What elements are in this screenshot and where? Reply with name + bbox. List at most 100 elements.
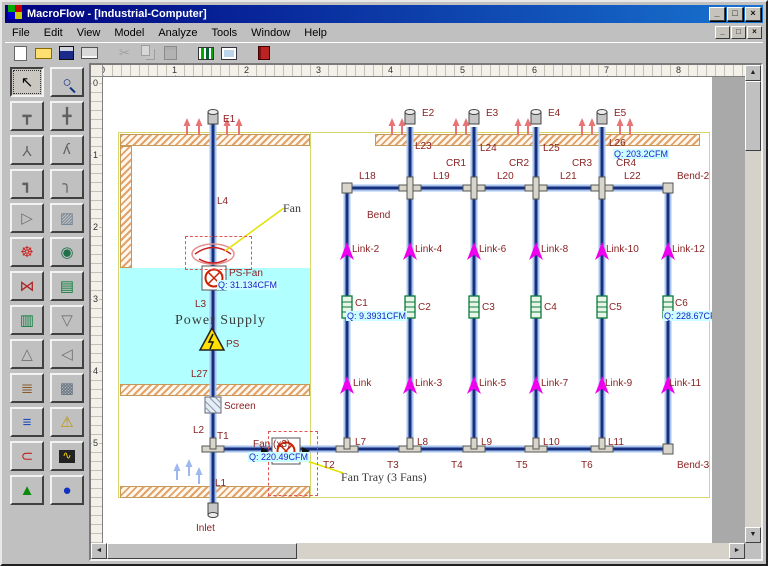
toolbar: ✂: [5, 42, 763, 63]
child-minimize-button[interactable]: _: [715, 26, 730, 39]
fan-links[interactable]: [340, 242, 675, 394]
clamp-tool-icon: ⊂: [21, 449, 34, 464]
ruler-number: 6: [531, 65, 538, 75]
help-button[interactable]: [252, 44, 275, 63]
ruler-number: 2: [92, 222, 99, 232]
ruler-number: 7: [603, 65, 610, 75]
nozzle-tool-icon: ▽: [61, 313, 73, 328]
print-button[interactable]: [78, 44, 101, 63]
select-tool-icon: ↖: [21, 75, 34, 90]
fan-tray-selection-box: [268, 431, 318, 496]
app-icon: [8, 5, 15, 12]
elbow-fitting-tool[interactable]: ┓: [10, 169, 44, 199]
title-bar[interactable]: MacroFlow - [Industrial-Computer] _□×: [5, 5, 763, 23]
main-area: ↖○┳╋Yy┓╮▷▨☸◉⋈▤▥▽△◁≣▩≡⚠⊂∿▲● 012345678 012…: [5, 63, 763, 561]
zoom-tool-icon: ○: [62, 75, 71, 90]
plate-tool[interactable]: ▥: [10, 305, 44, 335]
toolbar-separator: [182, 43, 194, 63]
ruler-number: 5: [459, 65, 466, 75]
open-file-button[interactable]: [32, 44, 55, 63]
paste-button: [159, 44, 182, 63]
toolbar-separator: [101, 43, 113, 63]
toolbox: ↖ ○ ┳ ╋ Yy ┓ ╮ ▷ ▨ ☸ ◉ ⋈ ▤▥ ▽ △ ◁ ≣ ▩ ≡ ⚠ ⊂ ∿▲ ●: [5, 63, 89, 561]
blower-tool[interactable]: ◉: [50, 237, 84, 267]
save-file-button[interactable]: [55, 44, 78, 63]
help-icon: [258, 46, 270, 60]
wye-fitting-tool[interactable]: Y: [10, 135, 44, 165]
scrollbar-corner: [745, 543, 761, 559]
resistor-tool[interactable]: ∿: [50, 441, 84, 471]
ruler-corner: [91, 65, 103, 77]
damper-tool[interactable]: ▨: [50, 203, 84, 233]
lateral-fitting-tool[interactable]: y: [50, 135, 84, 165]
screen-tool[interactable]: ▩: [50, 373, 84, 403]
tee-fitting-tool[interactable]: ┳: [10, 101, 44, 131]
inlet-vent[interactable]: [208, 503, 218, 518]
menu-file[interactable]: File: [5, 24, 37, 42]
menu-bar: FileEditViewModelAnalyzeToolsWindowHelp …: [5, 23, 763, 42]
flow-diagram[interactable]: [103, 77, 712, 547]
grille-tool[interactable]: ▤: [50, 271, 84, 301]
bend-fitting-tool[interactable]: ╮: [50, 169, 84, 199]
drawing-page[interactable]: E1L4FanPS-FanQ: 31.134CFML3Power SupplyP…: [103, 77, 712, 547]
fan-tool[interactable]: ☸: [10, 237, 44, 267]
child-restore-button[interactable]: □: [731, 26, 746, 39]
new-file-icon: [14, 46, 27, 61]
screen-tool-icon: ▩: [60, 381, 74, 396]
diffuser-tool[interactable]: ◁: [50, 339, 84, 369]
scroll-down-button[interactable]: ▼: [745, 527, 761, 543]
menu-items: FileEditViewModelAnalyzeToolsWindowHelp: [5, 24, 334, 42]
lateral-fitting-tool-icon: y: [63, 143, 71, 158]
child-close-button[interactable]: ×: [747, 26, 762, 39]
triangle-tool[interactable]: ▲: [10, 475, 44, 505]
ruler-number: 2: [243, 65, 250, 75]
nozzle-tool[interactable]: ▽: [50, 305, 84, 335]
screen-icon[interactable]: [205, 397, 221, 413]
copy-button: [136, 44, 159, 63]
diffuser-tool-icon: ◁: [61, 347, 73, 362]
app-window: MacroFlow - [Industrial-Computer] _□× Fi…: [0, 0, 768, 566]
elbow-fitting-tool-icon: ┓: [22, 177, 31, 192]
restore-button[interactable]: □: [727, 7, 743, 21]
menu-analyze[interactable]: Analyze: [151, 24, 204, 42]
blower-tool-icon: ◉: [60, 245, 73, 260]
hazard-tool[interactable]: ⚠: [50, 407, 84, 437]
valve-tool-icon: ⋈: [20, 279, 35, 294]
menu-edit[interactable]: Edit: [37, 24, 70, 42]
clamp-tool[interactable]: ⊂: [10, 441, 44, 471]
close-button[interactable]: ×: [745, 7, 761, 21]
vertical-scroll-thumb[interactable]: [745, 81, 761, 151]
components[interactable]: [342, 296, 673, 318]
valve-tool[interactable]: ⋈: [10, 271, 44, 301]
stack-tool[interactable]: ≣: [10, 373, 44, 403]
louver-tool-icon: ≡: [23, 415, 32, 430]
circle-tool[interactable]: ●: [50, 475, 84, 505]
fan-selection-box: [185, 236, 252, 270]
new-file-button[interactable]: [9, 44, 32, 63]
vertical-scrollbar[interactable]: ▲ ▼: [745, 65, 761, 543]
scroll-up-button[interactable]: ▲: [745, 65, 761, 81]
select-tool[interactable]: ↖: [10, 67, 44, 97]
cone-tool[interactable]: △: [10, 339, 44, 369]
cross-fitting-tool-icon: ╋: [62, 109, 71, 124]
menu-help[interactable]: Help: [297, 24, 334, 42]
stack-tool-icon: ≣: [21, 381, 34, 396]
damper-tool-icon: ▨: [60, 211, 74, 226]
zoom-tool[interactable]: ○: [50, 67, 84, 97]
bend-fitting-tool-icon: ╮: [62, 177, 71, 192]
minimize-button[interactable]: _: [709, 7, 725, 21]
chart-button[interactable]: [194, 44, 217, 63]
scroll-right-button[interactable]: ►: [729, 543, 745, 559]
capture-button[interactable]: [217, 44, 240, 63]
menu-window[interactable]: Window: [244, 24, 297, 42]
louver-tool[interactable]: ≡: [10, 407, 44, 437]
inlet-arrows: [174, 459, 203, 484]
menu-model[interactable]: Model: [107, 24, 151, 42]
menu-tools[interactable]: Tools: [204, 24, 244, 42]
circle-tool-icon: ●: [62, 483, 71, 498]
power-supply-icon[interactable]: [200, 328, 224, 350]
cross-fitting-tool[interactable]: ╋: [50, 101, 84, 131]
reducer-tool[interactable]: ▷: [10, 203, 44, 233]
ruler-number: 4: [387, 65, 394, 75]
menu-view[interactable]: View: [70, 24, 108, 42]
